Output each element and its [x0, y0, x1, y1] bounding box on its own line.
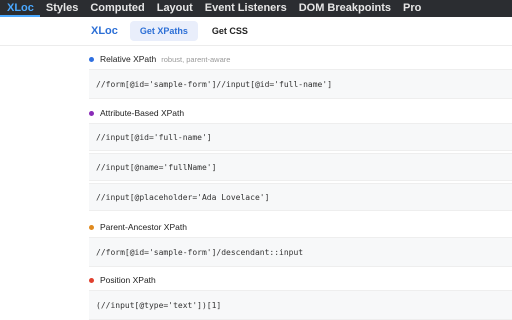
- section-position-xpath: Position XPath: [89, 273, 156, 287]
- tab-get-css[interactable]: Get CSS: [202, 21, 258, 41]
- orange-dot-icon: [89, 224, 94, 230]
- devtools-tab-layout[interactable]: Layout: [151, 0, 199, 17]
- section-attribute-xpath: Attribute-Based XPath: [89, 106, 184, 120]
- brand-logo: XLoc: [91, 25, 118, 37]
- devtools-tab-event-listeners[interactable]: Event Listeners: [199, 0, 293, 17]
- section-title: Attribute-Based XPath: [100, 108, 185, 118]
- section-hint: robust, parent-aware: [161, 54, 231, 64]
- devtools-tab-styles[interactable]: Styles: [40, 0, 84, 17]
- xpath-result-position-1[interactable]: (//input[@type='text'])[1]: [89, 290, 512, 320]
- section-relative-xpath: Relative XPath robust, parent-aware: [89, 52, 230, 66]
- blue-dot-icon: [89, 56, 94, 62]
- devtools-tab-bar: XLoc Styles Computed Layout Event Listen…: [0, 0, 512, 17]
- devtools-tab-dom-breakpoints[interactable]: DOM Breakpoints: [293, 0, 397, 17]
- extension-header: XLoc Get XPaths Get CSS: [0, 17, 512, 46]
- devtools-tab-computed[interactable]: Computed: [84, 0, 150, 17]
- devtools-tab-xloc[interactable]: XLoc: [0, 0, 40, 17]
- devtools-tab-properties[interactable]: Pro: [397, 0, 427, 17]
- section-parent-ancestor-xpath: Parent-Ancestor XPath: [89, 220, 187, 234]
- section-title: Position XPath: [100, 275, 156, 285]
- red-dot-icon: [89, 277, 94, 283]
- xpath-result-parent-ancestor-1[interactable]: //form[@id='sample-form']/descendant::in…: [89, 237, 512, 267]
- xpath-result-attribute-3[interactable]: //input[@placeholder='Ada Lovelace']: [89, 183, 512, 211]
- xpath-result-relative-1[interactable]: //form[@id='sample-form']//input[@id='fu…: [89, 69, 512, 99]
- xpath-result-attribute-1[interactable]: //input[@id='full-name']: [89, 123, 512, 151]
- xpath-result-attribute-2[interactable]: //input[@name='fullName']: [89, 153, 512, 181]
- purple-dot-icon: [89, 110, 94, 116]
- section-title: Parent-Ancestor XPath: [100, 222, 187, 232]
- tab-get-xpaths[interactable]: Get XPaths: [129, 21, 198, 41]
- section-title: Relative XPath: [100, 54, 157, 64]
